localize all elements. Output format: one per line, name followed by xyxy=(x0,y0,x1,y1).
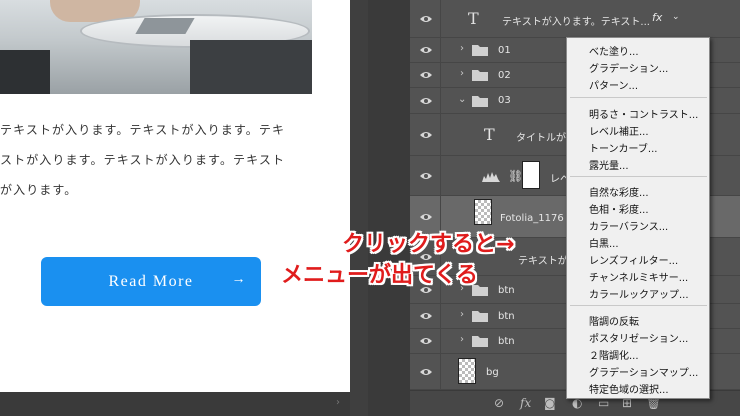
eye-icon[interactable] xyxy=(420,70,432,80)
menu-divider xyxy=(570,97,707,98)
read-more-label: Read More xyxy=(108,272,194,290)
canvas-scrollbar[interactable] xyxy=(350,0,368,416)
eye-icon[interactable] xyxy=(420,96,432,106)
menu-item[interactable]: パターン... xyxy=(589,77,638,92)
eye-icon[interactable] xyxy=(420,45,432,55)
layer-divider xyxy=(440,329,441,353)
chevron-down-icon[interactable]: ⌄ xyxy=(458,94,466,105)
menu-divider xyxy=(570,305,707,306)
menu-item[interactable]: 特定色域の選択... xyxy=(589,381,669,396)
layer-thumbnail xyxy=(474,199,492,225)
menu-item[interactable]: レンズフィルター... xyxy=(589,252,678,267)
layer-name: btn xyxy=(498,285,515,296)
layer-divider xyxy=(440,88,441,113)
menu-item[interactable]: レベル補正... xyxy=(589,123,649,138)
layer-row[interactable]: T テキストが入ります。テキスト... fx ⌄ xyxy=(410,0,740,38)
photo-person xyxy=(190,40,312,94)
annotation-line-2: メニューが出てくる xyxy=(281,263,478,288)
menu-item[interactable]: 自然な彩度... xyxy=(589,184,649,199)
fx-icon[interactable]: fx xyxy=(652,11,662,24)
eye-icon[interactable] xyxy=(420,14,432,24)
layer-divider xyxy=(440,63,441,87)
photo-laptop xyxy=(135,18,195,34)
menu-item[interactable]: 露光量... xyxy=(589,157,629,172)
document-canvas: テキストが入ります。テキストが入ります。テキ ストが入ります。テキストが入ります… xyxy=(0,0,350,392)
chevron-right-icon[interactable]: › xyxy=(460,309,464,320)
menu-item[interactable]: カラーバランス... xyxy=(589,218,668,233)
histogram-icon xyxy=(482,172,500,182)
menu-item[interactable]: べた塗り... xyxy=(589,43,639,58)
body-text-line-3: が入ります。 xyxy=(0,183,78,197)
layer-name: 02 xyxy=(498,70,511,81)
layer-divider xyxy=(440,38,441,62)
layer-divider xyxy=(440,304,441,328)
meeting-photo xyxy=(0,0,312,94)
folder-open-icon xyxy=(472,95,488,107)
panel-gutter xyxy=(368,0,410,416)
eye-icon[interactable] xyxy=(420,311,432,321)
chevron-right-icon[interactable]: › xyxy=(460,334,464,345)
menu-item[interactable]: ポスタリゼーション... xyxy=(589,330,688,345)
menu-item[interactable]: 階調の反転 xyxy=(589,313,639,328)
layer-name: btn xyxy=(498,336,515,347)
menu-item[interactable]: カラールックアップ... xyxy=(589,286,689,301)
chevron-right-icon[interactable]: › xyxy=(460,43,464,54)
menu-item[interactable]: トーンカーブ... xyxy=(589,140,657,155)
text-layer-icon: T xyxy=(484,125,495,144)
read-more-button[interactable]: Read More → xyxy=(41,257,261,306)
eye-icon[interactable] xyxy=(420,212,432,222)
text-layer-icon: T xyxy=(468,9,479,28)
chevron-right-icon[interactable]: › xyxy=(336,397,340,408)
chain-link-icon[interactable]: ⛓ xyxy=(508,169,523,183)
mask-thumbnail[interactable] xyxy=(522,161,540,189)
layer-divider xyxy=(440,0,441,37)
annotation-line-1: クリックすると→ xyxy=(342,232,515,257)
chevron-right-icon[interactable]: › xyxy=(460,68,464,79)
adjustment-layer-menu: べた塗り... グラデーション... パターン... 明るさ・コントラスト...… xyxy=(566,37,710,399)
folder-icon xyxy=(472,311,488,322)
eye-icon[interactable] xyxy=(420,336,432,346)
layer-divider xyxy=(440,114,441,155)
menu-item[interactable]: グラデーションマップ... xyxy=(589,364,698,379)
folder-icon xyxy=(472,336,488,347)
eye-icon[interactable] xyxy=(420,367,432,377)
layer-name: 01 xyxy=(498,45,511,56)
layer-name: btn xyxy=(498,311,515,322)
layer-name: Fotolia_1176 xyxy=(500,213,564,224)
menu-item[interactable]: グラデーション... xyxy=(589,60,668,75)
mask-icon[interactable]: ◙ xyxy=(544,396,556,410)
eye-icon[interactable] xyxy=(420,130,432,140)
folder-icon xyxy=(472,70,488,81)
layer-name: テキストが入ります。テキスト... xyxy=(502,17,650,28)
layer-name: bg xyxy=(486,367,499,378)
menu-item[interactable]: 明るさ・コントラスト... xyxy=(589,106,698,121)
menu-item[interactable]: チャンネルミキサー... xyxy=(589,269,688,284)
link-icon[interactable]: ⊘ xyxy=(494,396,504,410)
menu-item[interactable]: 色相・彩度... xyxy=(589,201,649,216)
fx-icon[interactable]: fx xyxy=(520,396,531,410)
layer-name: 03 xyxy=(498,95,511,106)
menu-item[interactable]: 白黒... xyxy=(589,235,619,250)
folder-icon xyxy=(472,45,488,56)
layer-thumbnail xyxy=(458,358,476,384)
canvas-bottom-bar xyxy=(0,392,350,416)
layer-divider xyxy=(440,156,441,195)
eye-icon[interactable] xyxy=(420,171,432,181)
body-text-line-1: テキストが入ります。テキストが入ります。テキ xyxy=(0,123,286,137)
arrow-right-icon: → xyxy=(231,272,247,287)
photo-person-left xyxy=(0,50,50,94)
menu-item[interactable]: ２階調化... xyxy=(589,347,639,362)
chevron-down-icon[interactable]: ⌄ xyxy=(672,12,680,22)
menu-divider xyxy=(570,176,707,177)
body-text-line-2: ストが入ります。テキストが入ります。テキスト xyxy=(0,153,286,167)
layer-divider xyxy=(440,354,441,389)
